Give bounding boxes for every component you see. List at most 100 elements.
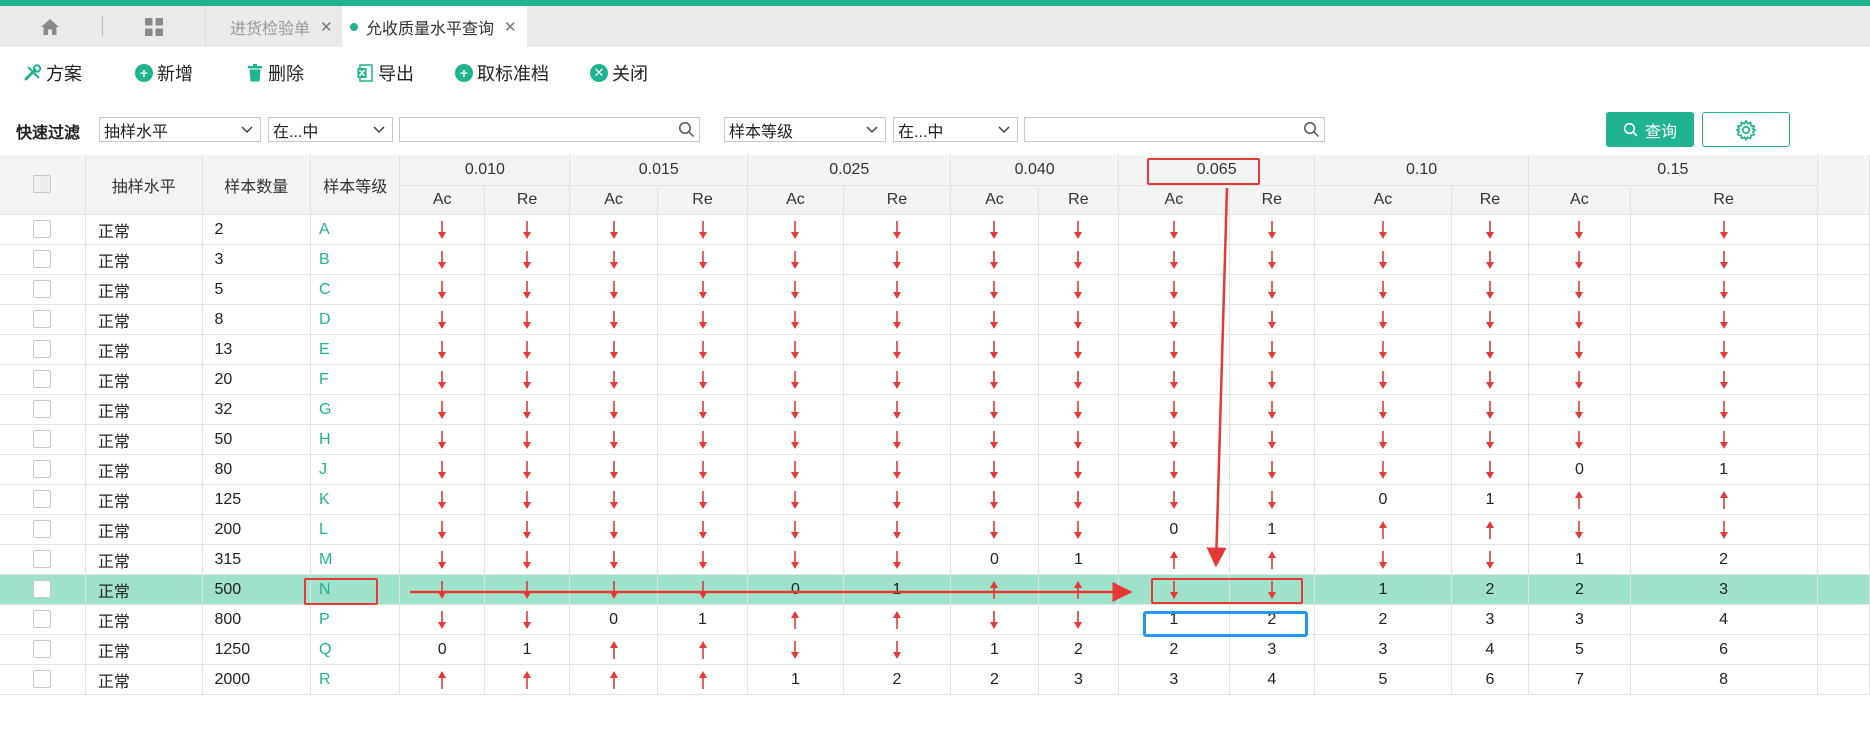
row-select-cell[interactable] xyxy=(0,604,86,635)
row-select-cell[interactable] xyxy=(0,334,86,365)
row-checkbox[interactable] xyxy=(33,430,52,449)
row-checkbox[interactable] xyxy=(33,490,52,509)
col-header-re[interactable]: Re xyxy=(1038,185,1120,215)
table-row[interactable]: 正常 800 P 0 1 1 2 2 3 3 4 xyxy=(0,604,1870,635)
col-header-re[interactable]: Re xyxy=(1451,185,1530,215)
scheme-button[interactable]: 方案 xyxy=(24,61,82,85)
select-all-cell[interactable] xyxy=(0,155,86,215)
cell-grade[interactable]: N xyxy=(310,574,401,605)
col-header-re[interactable]: Re xyxy=(1630,185,1818,215)
filter-value-2-input[interactable] xyxy=(1024,117,1325,142)
query-button[interactable]: 查询 xyxy=(1606,112,1694,147)
search-icon[interactable] xyxy=(1303,121,1320,138)
row-select-cell[interactable] xyxy=(0,364,86,395)
select-all-checkbox[interactable] xyxy=(33,175,52,194)
filter-field-1-select[interactable]: 抽样水平 xyxy=(99,117,261,142)
table-row[interactable]: 正常 1250 Q 0 1 1 2 2 3 3 4 5 6 xyxy=(0,634,1870,665)
row-select-cell[interactable] xyxy=(0,394,86,425)
settings-button[interactable] xyxy=(1702,112,1790,147)
table-row[interactable]: 正常 125 K 0 1 xyxy=(0,484,1870,515)
row-select-cell[interactable] xyxy=(0,634,86,665)
apps-tab[interactable] xyxy=(104,6,204,47)
row-checkbox[interactable] xyxy=(33,520,52,539)
row-checkbox[interactable] xyxy=(33,370,52,389)
row-checkbox[interactable] xyxy=(33,280,52,299)
table-row[interactable]: 正常 8 D xyxy=(0,304,1870,335)
tab-incoming-inspection[interactable]: 进货检验单 ✕ xyxy=(205,6,343,47)
col-header-ac[interactable]: Ac xyxy=(950,185,1039,215)
col-header-re[interactable]: Re xyxy=(657,185,749,215)
cancel-mark-button[interactable]: + 取标准档 xyxy=(455,61,549,85)
cell-grade[interactable]: J xyxy=(310,454,401,485)
cell-grade[interactable]: A xyxy=(310,214,401,245)
tab-aql-query[interactable]: 允收质量水平查询 ✕ xyxy=(342,6,527,47)
search-icon[interactable] xyxy=(678,121,695,138)
cell-grade[interactable]: Q xyxy=(310,634,401,665)
table-row[interactable]: 正常 315 M 0 1 1 2 xyxy=(0,544,1870,575)
col-header-ac[interactable]: Ac xyxy=(747,185,844,215)
close-button[interactable]: ✕ 关闭 xyxy=(590,61,648,85)
cell-grade[interactable]: R xyxy=(310,664,401,695)
table-row[interactable]: 正常 200 L 0 1 xyxy=(0,514,1870,545)
row-checkbox[interactable] xyxy=(33,610,52,629)
cell-grade[interactable]: C xyxy=(310,274,401,305)
filter-op-2-select[interactable]: 在...中 xyxy=(893,117,1018,142)
col-header-re[interactable]: Re xyxy=(1229,185,1316,215)
cell-grade[interactable]: K xyxy=(310,484,401,515)
row-select-cell[interactable] xyxy=(0,304,86,335)
row-select-cell[interactable] xyxy=(0,544,86,575)
cell-grade[interactable]: F xyxy=(310,364,401,395)
table-row[interactable]: 正常 32 G xyxy=(0,394,1870,425)
col-header-re[interactable]: Re xyxy=(484,185,571,215)
close-icon[interactable]: ✕ xyxy=(320,18,333,36)
table-row[interactable]: 正常 500 N 0 1 1 2 2 3 xyxy=(0,574,1870,605)
row-checkbox[interactable] xyxy=(33,670,52,689)
export-button[interactable]: 导出 xyxy=(356,61,414,85)
table-row[interactable]: 正常 3 B xyxy=(0,244,1870,275)
delete-button[interactable]: 删除 xyxy=(246,61,304,85)
row-checkbox[interactable] xyxy=(33,400,52,419)
row-checkbox[interactable] xyxy=(33,550,52,569)
col-header-ac[interactable]: Ac xyxy=(569,185,658,215)
row-select-cell[interactable] xyxy=(0,274,86,305)
row-checkbox[interactable] xyxy=(33,310,52,329)
col-header-ac[interactable]: Ac xyxy=(1314,185,1452,215)
filter-field-2-select[interactable]: 样本等级 xyxy=(724,117,886,142)
cell-grade[interactable]: G xyxy=(310,394,401,425)
table-row[interactable]: 正常 5 C xyxy=(0,274,1870,305)
filter-value-1-input[interactable] xyxy=(399,117,700,142)
col-header-re[interactable]: Re xyxy=(843,185,952,215)
close-icon[interactable]: ✕ xyxy=(504,18,517,36)
row-select-cell[interactable] xyxy=(0,514,86,545)
col-header-ac[interactable]: Ac xyxy=(1528,185,1631,215)
row-checkbox[interactable] xyxy=(33,220,52,239)
cell-grade[interactable]: D xyxy=(310,304,401,335)
cell-grade[interactable]: B xyxy=(310,244,401,275)
row-select-cell[interactable] xyxy=(0,664,86,695)
row-checkbox[interactable] xyxy=(33,340,52,359)
col-header-ac[interactable]: Ac xyxy=(1118,185,1230,215)
add-button[interactable]: + 新增 xyxy=(135,61,193,85)
col-header-level[interactable]: 抽样水平 xyxy=(85,155,203,215)
table-row[interactable]: 正常 20 F xyxy=(0,364,1870,395)
col-header-grade[interactable]: 样本等级 xyxy=(310,155,401,215)
col-header-size[interactable]: 样本数量 xyxy=(202,155,312,215)
table-row[interactable]: 正常 50 H xyxy=(0,424,1870,455)
row-select-cell[interactable] xyxy=(0,214,86,245)
row-select-cell[interactable] xyxy=(0,424,86,455)
row-select-cell[interactable] xyxy=(0,244,86,275)
cell-grade[interactable]: L xyxy=(310,514,401,545)
row-checkbox[interactable] xyxy=(33,460,52,479)
home-tab[interactable] xyxy=(0,6,100,47)
row-select-cell[interactable] xyxy=(0,454,86,485)
row-checkbox[interactable] xyxy=(33,250,52,269)
row-select-cell[interactable] xyxy=(0,574,86,605)
col-header-ac[interactable]: Ac xyxy=(399,185,485,215)
table-row[interactable]: 正常 2000 R 1 2 2 3 3 4 5 6 7 8 xyxy=(0,664,1870,695)
cell-grade[interactable]: E xyxy=(310,334,401,365)
cell-grade[interactable]: H xyxy=(310,424,401,455)
table-row[interactable]: 正常 13 E xyxy=(0,334,1870,365)
cell-grade[interactable]: M xyxy=(310,544,401,575)
table-row[interactable]: 正常 80 J 0 1 xyxy=(0,454,1870,485)
filter-op-1-select[interactable]: 在...中 xyxy=(268,117,393,142)
